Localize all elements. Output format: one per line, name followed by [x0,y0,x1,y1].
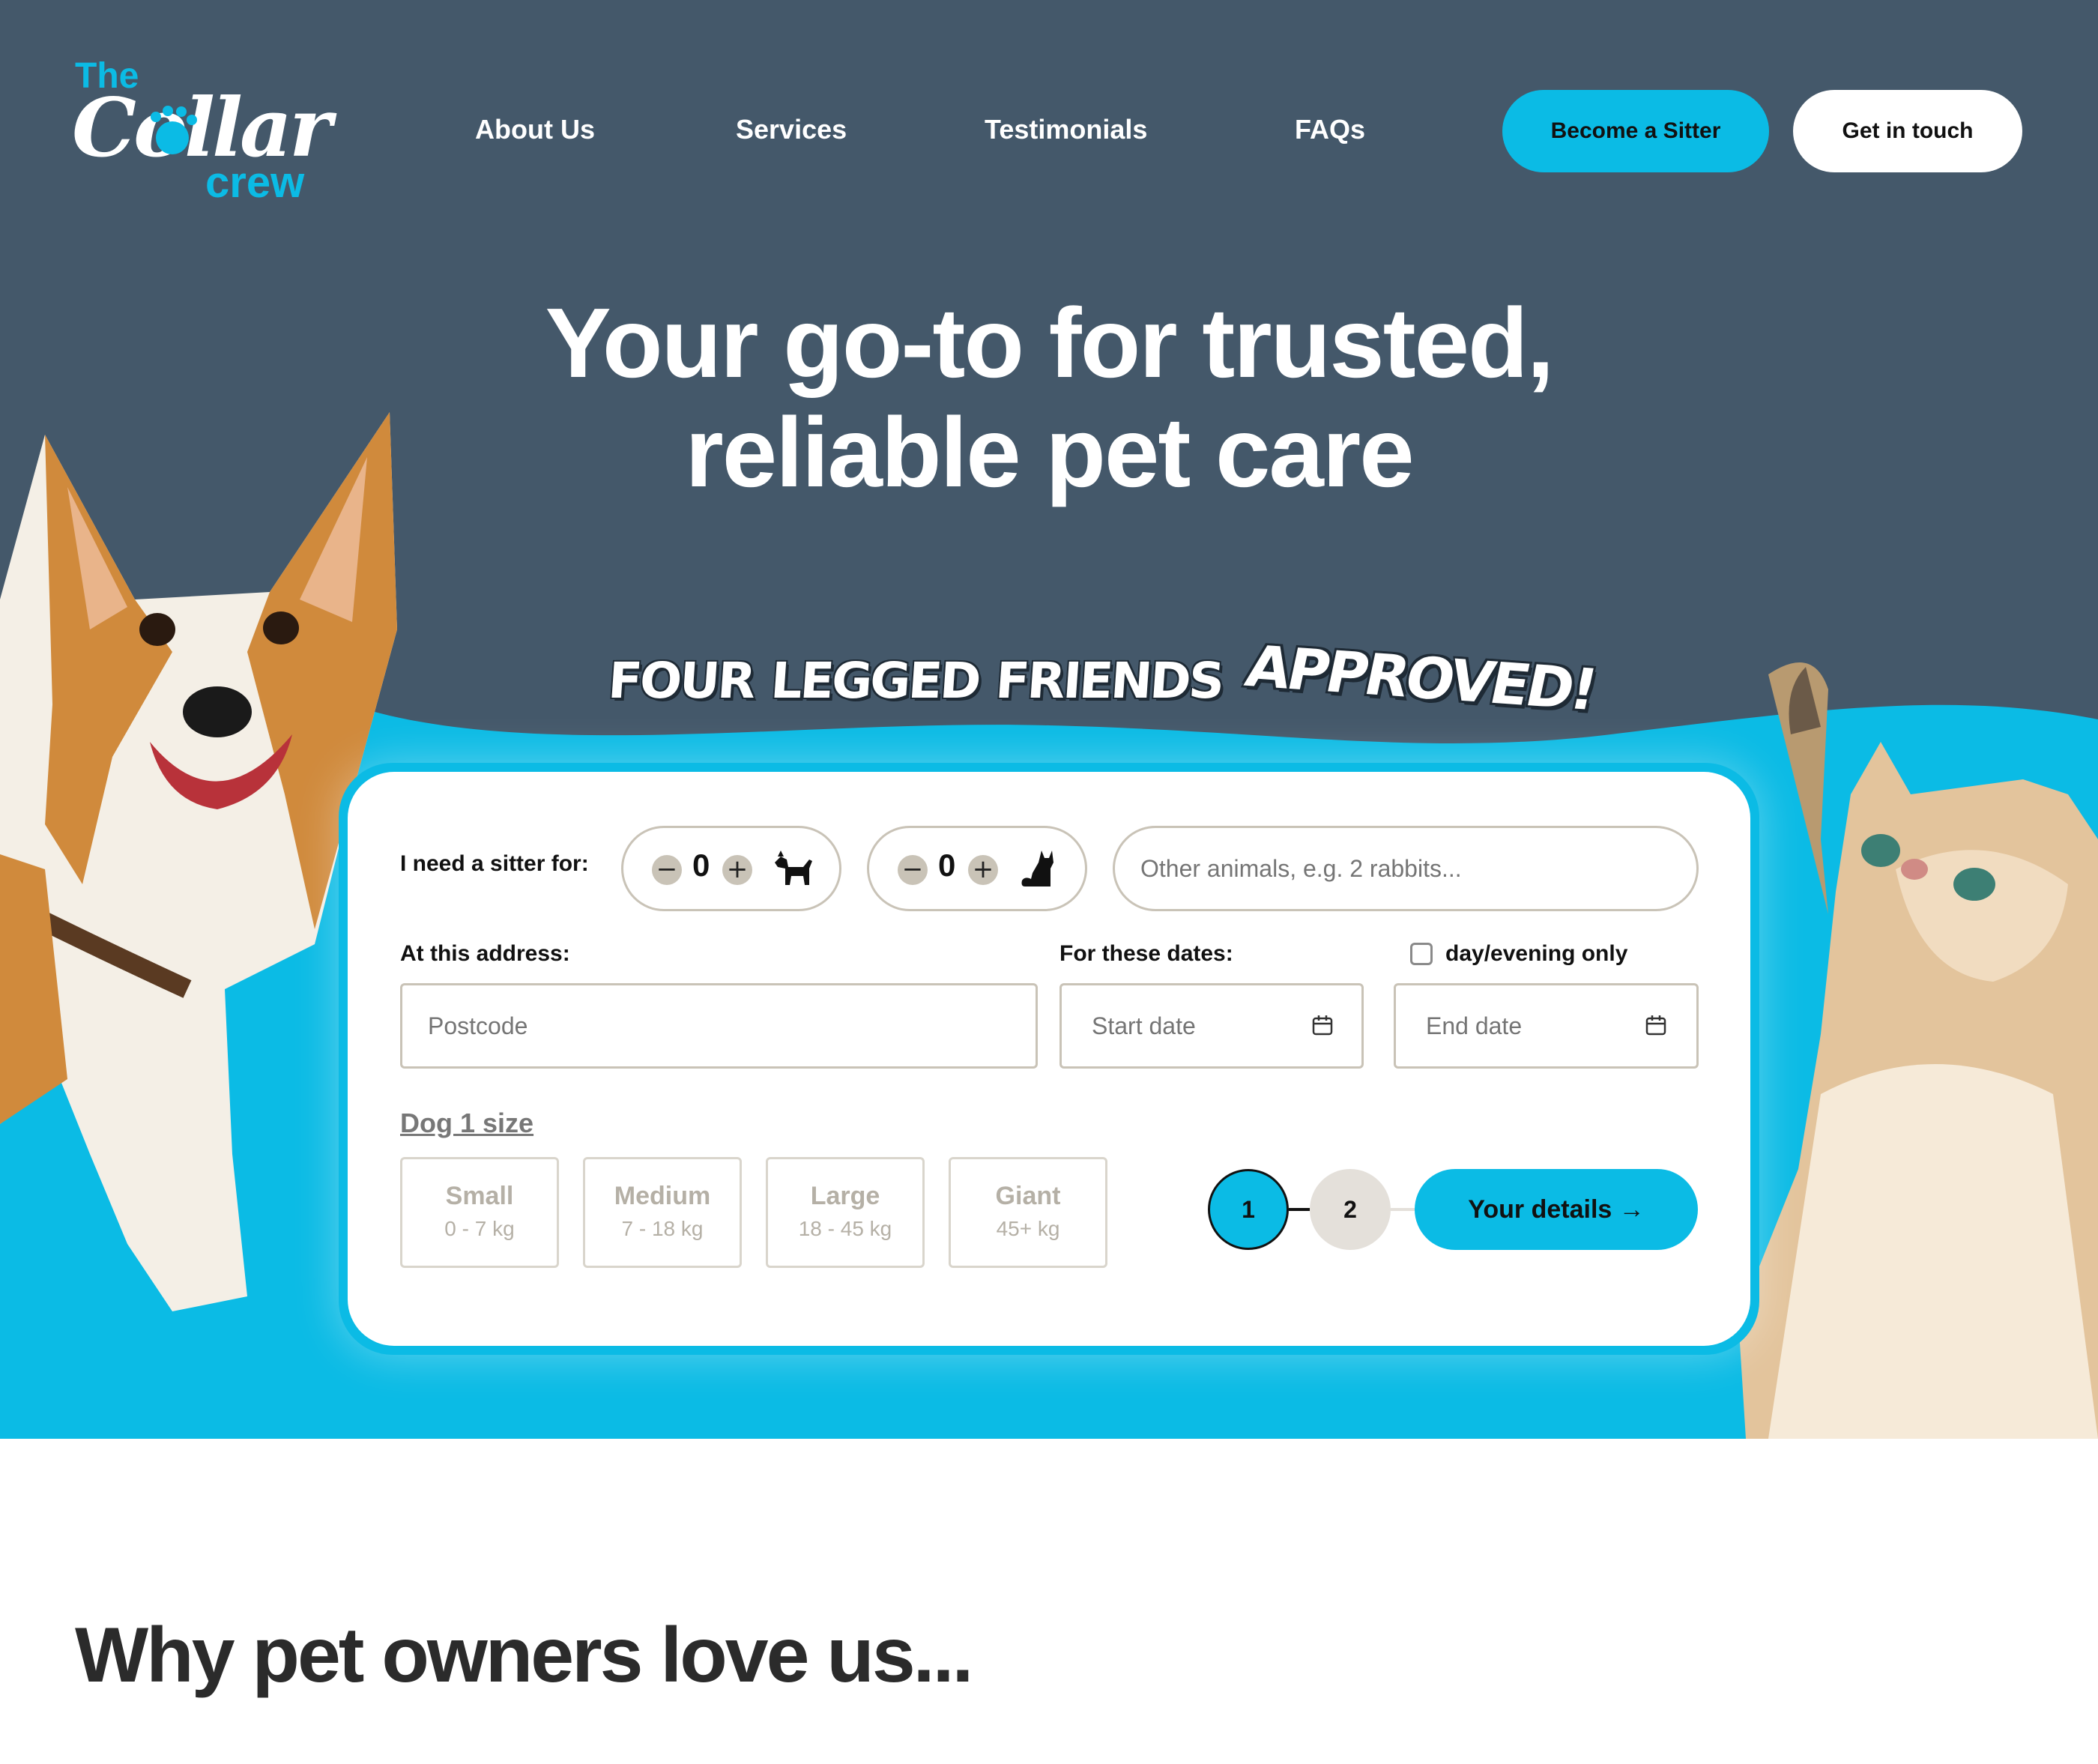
hero-title: Your go-to for trusted, reliable pet car… [375,289,1723,507]
dates-label: For these dates: [1059,941,1233,966]
size-name: Giant [995,1182,1061,1210]
size-range: 18 - 45 kg [798,1217,892,1240]
paw-icon [151,106,197,154]
dog-increment-button[interactable]: + [722,855,752,885]
hero-title-line-1: Your go-to for trusted, [545,288,1555,398]
nav-services[interactable]: Services [736,114,847,145]
size-range: 45+ kg [996,1217,1060,1240]
nav-testimonials[interactable]: Testimonials [985,114,1147,145]
dog-counter: − 0 + [621,826,841,911]
dog-icon [775,851,812,885]
cat-icon [1021,851,1053,886]
tagline-friends: FRIENDS [994,652,1224,710]
get-in-touch-button[interactable]: Get in touch [1793,90,2022,172]
tagline-legged: LEGGED [769,652,981,710]
size-name: Large [810,1182,880,1210]
dog-count: 0 [692,848,710,883]
size-option-giant[interactable]: Giant 45+ kg [949,1157,1107,1268]
calendar-icon[interactable] [1311,1014,1334,1036]
cat-counter: − 0 + [867,826,1087,911]
calendar-icon[interactable] [1645,1014,1667,1036]
why-section-title: Why pet owners love us... [75,1612,973,1699]
dog-decrement-button[interactable]: − [652,855,682,885]
size-option-large[interactable]: Large 18 - 45 kg [766,1157,925,1268]
nav-about-us[interactable]: About Us [475,114,595,145]
tagline-four: FOUR [606,652,756,710]
step-connector [1391,1208,1415,1211]
nav-faqs[interactable]: FAQs [1295,114,1365,145]
size-name: Medium [614,1182,711,1210]
dog-size-title: Dog 1 size [400,1108,534,1138]
day-evening-checkbox[interactable] [1410,943,1433,965]
other-animals-input[interactable] [1113,826,1699,911]
hero-section: The Collar crew About Us Services Testim… [0,0,2098,1439]
day-evening-label: day/evening only [1445,941,1628,966]
step-2-indicator: 2 [1310,1169,1391,1250]
step-connector [1289,1208,1310,1211]
address-label: At this address: [400,941,570,966]
size-option-small[interactable]: Small 0 - 7 kg [400,1157,559,1268]
size-option-medium[interactable]: Medium 7 - 18 kg [583,1157,742,1268]
size-range: 0 - 7 kg [444,1217,515,1240]
sitter-for-label: I need a sitter for: [400,851,589,876]
become-sitter-button[interactable]: Become a Sitter [1502,90,1769,172]
cat-count: 0 [938,848,956,883]
size-name: Small [445,1182,514,1210]
collar-crew-logo[interactable]: The Collar crew [72,52,332,210]
your-details-button[interactable]: Your details → [1415,1169,1698,1250]
postcode-input[interactable] [400,983,1038,1069]
hero-title-line-2: reliable pet care [685,397,1414,507]
size-range: 7 - 18 kg [621,1217,704,1240]
cat-decrement-button[interactable]: − [898,855,928,885]
step-1-indicator: 1 [1208,1169,1289,1250]
cat-increment-button[interactable]: + [968,855,998,885]
cat-photo [1738,662,2098,1439]
tagline-approved: APPROVED! [1240,632,1601,723]
tagline: FOUR LEGGED FRIENDS APPROVED! [606,632,1601,722]
logo-crew-text: crew [205,158,305,207]
